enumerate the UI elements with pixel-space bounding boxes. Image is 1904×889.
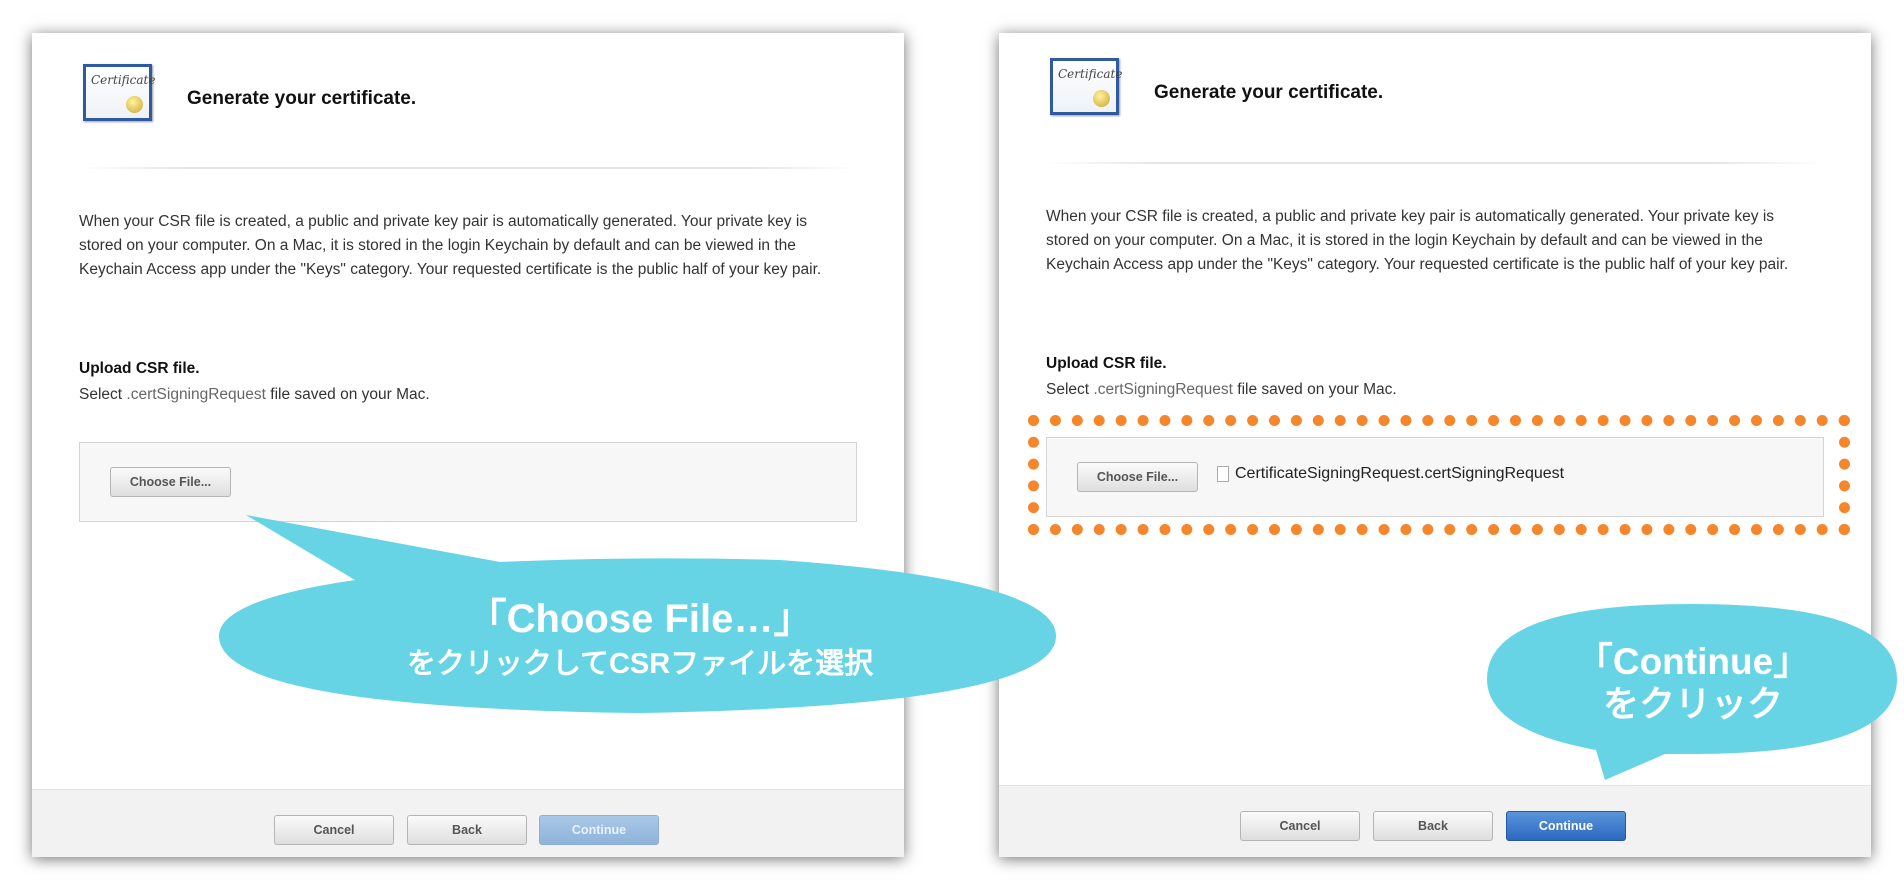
callout-continue-text: をクリック	[1602, 683, 1783, 724]
callout-choose-file-text: をクリックしてCSRファイルを選択	[406, 648, 874, 680]
callout-shapes	[219, 515, 1897, 780]
callout-choose-file-title: 「Choose File…」	[466, 597, 814, 641]
